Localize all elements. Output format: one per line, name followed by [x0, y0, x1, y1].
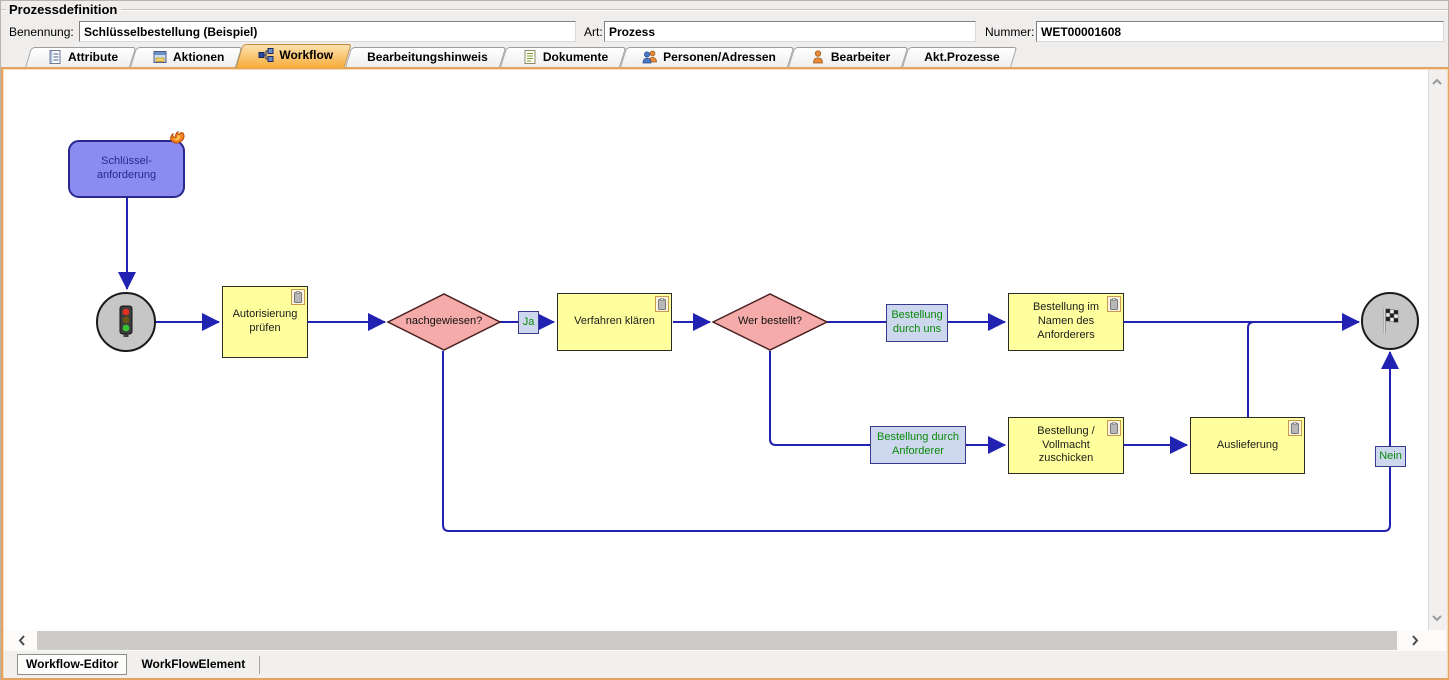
tab-label: Attribute [68, 49, 118, 64]
page-title: Prozessdefinition [9, 2, 118, 17]
art-label: Art: [584, 25, 603, 39]
node-label: Auslieferung [1216, 438, 1279, 451]
workflow-icon [258, 47, 274, 63]
node-label: Verfahren klären [574, 315, 655, 328]
groupbox-rule [121, 8, 1448, 11]
vertical-scrollbar[interactable] [1428, 70, 1445, 630]
node-task-verfahren-klaeren[interactable]: Verfahren klären [557, 293, 672, 351]
node-task-autorisierung-pruefen[interactable]: Autorisierung prüfen [222, 286, 308, 358]
scroll-up-icon[interactable] [1431, 76, 1443, 88]
tab-label: Bearbeitungshinweis [367, 49, 488, 64]
scroll-down-icon[interactable] [1431, 612, 1443, 624]
benennung-label: Benennung: [9, 25, 74, 39]
bottom-tab-workflow-editor[interactable]: Workflow-Editor [17, 654, 128, 675]
workflow-panel: Schlüssel-anforderung Autorisierung prüf… [1, 67, 1449, 680]
persons-icon [642, 49, 658, 65]
bottom-tab-bar: Workflow-Editor WorkFlowElement [4, 651, 1446, 678]
benennung-input[interactable] [79, 21, 576, 42]
tab-personen-adressen[interactable]: Personen/Adressen [623, 47, 791, 68]
tab-label: Workflow [279, 47, 334, 62]
scroll-right-icon[interactable] [1408, 634, 1421, 647]
workflow-canvas[interactable]: Schlüssel-anforderung Autorisierung prüf… [4, 70, 1428, 630]
clipboard-icon [1107, 296, 1121, 312]
tab-aktionen[interactable]: Aktionen [133, 47, 239, 68]
traffic-light-icon [110, 305, 142, 339]
node-task-bestellung-im-namen[interactable]: Bestellung im Namen des Anforderers [1008, 293, 1124, 351]
tab-akt-prozesse[interactable]: Akt.Prozesse [905, 47, 1014, 68]
decision-wer-bestellt-label[interactable]: Wer bestellt? [718, 313, 822, 331]
tab-bearbeitungshinweis[interactable]: Bearbeitungshinweis [348, 47, 503, 68]
node-label: Schlüssel-anforderung [96, 155, 157, 181]
attribute-icon [47, 49, 63, 65]
nummer-label: Nummer: [985, 25, 1035, 39]
clipboard-icon [291, 289, 305, 305]
flame-trigger-icon [162, 128, 189, 155]
tab-dokumente[interactable]: Dokumente [503, 47, 623, 68]
node-task-auslieferung[interactable]: Auslieferung [1190, 417, 1305, 474]
node-label: Bestellung im Namen des Anforderers [1032, 301, 1100, 341]
edge-label-ja[interactable]: Ja [518, 311, 539, 334]
edge-label-bestellung-durch-anforderer[interactable]: Bestellung durch Anforderer [870, 426, 966, 464]
node-label: Autorisierung prüfen [232, 308, 298, 334]
decision-nachgewiesen-label[interactable]: nachgewiesen? [392, 313, 496, 331]
tab-label: Aktionen [173, 49, 225, 64]
scroll-left-icon[interactable] [16, 634, 29, 647]
edge-label-bestellung-durch-uns[interactable]: Bestellung durch uns [886, 304, 948, 342]
tab-label: Personen/Adressen [663, 49, 776, 64]
finish-flag-icon [1376, 306, 1404, 336]
clipboard-icon [1107, 420, 1121, 436]
bottom-tab-separator [259, 655, 261, 674]
document-icon [522, 49, 538, 65]
node-label: Bestellung / Vollmacht zuschicken [1037, 424, 1095, 465]
art-input[interactable] [604, 21, 976, 42]
header: Prozessdefinition Benennung: Art: Nummer… [1, 1, 1448, 45]
workflow-edges-layer [96, 198, 1419, 532]
horizontal-scrollbar[interactable] [4, 630, 1446, 651]
tab-bearbeiter[interactable]: Bearbeiter [791, 47, 905, 68]
bottom-tab-workflowelement[interactable]: WorkFlowElement [133, 655, 253, 674]
clipboard-icon [655, 296, 669, 312]
tab-attribute[interactable]: Attribute [28, 47, 133, 68]
edge-label-nein[interactable]: Nein [1375, 446, 1406, 467]
actions-icon [152, 49, 168, 65]
process-definition-window: Prozessdefinition Benennung: Art: Nummer… [0, 0, 1449, 680]
nummer-input[interactable] [1036, 21, 1444, 42]
header-form: Benennung: Art: Nummer: [1, 21, 1448, 43]
clipboard-icon [1288, 420, 1302, 436]
tab-bar: Attribute Aktionen Workflow Bearbeitungs… [1, 45, 1448, 68]
tab-label: Dokumente [542, 49, 609, 64]
horizontal-scrollbar-thumb[interactable] [37, 631, 1397, 650]
tab-workflow[interactable]: Workflow [239, 44, 348, 68]
node-task-bestellung-vollmacht[interactable]: Bestellung / Vollmacht zuschicken [1008, 417, 1124, 474]
person-icon [810, 49, 826, 65]
tab-label: Bearbeiter [830, 49, 891, 64]
tab-label: Akt.Prozesse [924, 49, 1000, 64]
